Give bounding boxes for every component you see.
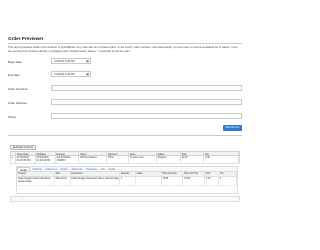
column-header[interactable]: Price Excl Tax [162, 172, 184, 176]
submit-button[interactable]: Submit Item [223, 125, 242, 131]
order-date-cell: 07/04/2019 01:26:35 PM [16, 156, 36, 163]
tax-cell: 0.00 [204, 156, 240, 163]
column-header[interactable]: Price Incl Tax [183, 172, 206, 176]
tab-details[interactable]: Details [17, 167, 31, 172]
tab-discounts[interactable]: Discounts [70, 167, 85, 171]
name-cell: Richard Soares [79, 156, 108, 163]
tab-gift[interactable]: Gift [99, 167, 107, 171]
stores-label: Stores: [8, 115, 17, 119]
stores-input[interactable] [51, 113, 242, 119]
price-excl-cell: 19.99 [162, 177, 184, 185]
begin-date-label: Begin Date: [8, 60, 23, 64]
store-cell: Amazon.com [129, 156, 157, 163]
column-header[interactable]: Disc [205, 172, 220, 176]
price-incl-cell: 19.99 [183, 177, 206, 185]
order-statuses-label: Order Statuses: [8, 101, 28, 105]
quantity-cell: 1 [120, 177, 136, 185]
column-header[interactable]: SKU [55, 172, 71, 176]
status-cell: Shipped [157, 156, 181, 163]
export-excel-button[interactable]: ▣ Export to Excel [10, 145, 36, 150]
column-header[interactable]: Tax [204, 152, 240, 155]
column-header[interactable]: Store [129, 152, 157, 155]
order-numbers-label: Order Numbers: [8, 87, 29, 91]
tab-extras[interactable]: Extras [59, 167, 70, 171]
column-header[interactable]: Total [181, 152, 205, 155]
column-header[interactable]: Class [136, 172, 162, 176]
divider [8, 43, 242, 44]
table-row[interactable]: Oasis Designs Savannah Dance Garment Bag… [17, 177, 237, 186]
class-cell [136, 177, 162, 185]
order-detail-panel: Details Shipping Addresses Extras Discou… [16, 166, 238, 194]
tab-shipping[interactable]: Shipping [30, 167, 43, 171]
tab-payments[interactable]: Payments [84, 167, 99, 171]
table-row[interactable]: ▸ 07/04/2019 01:26:35 PM 07/04/2019 01:2… [10, 156, 240, 164]
column-header[interactable]: Quantity [120, 172, 136, 176]
end-date-value: 7/4/2019 4:26 PM [54, 73, 75, 76]
column-header[interactable]: Payment [107, 152, 129, 155]
calendar-icon[interactable]: ▦ [86, 59, 89, 64]
tax-cell: 0 [219, 177, 237, 185]
disc-cell: 0.00 [205, 177, 220, 185]
grid-pager [10, 196, 240, 202]
column-header[interactable]: Description [71, 172, 121, 176]
column-header[interactable]: Status [157, 152, 181, 155]
column-header[interactable]: Order Date [16, 152, 36, 155]
product-cell: Oasis Designs Savannah Dance Garment Bag [17, 177, 55, 185]
end-date-field[interactable]: 7/4/2019 4:26 PM ▦ [51, 71, 91, 77]
column-header[interactable]: Tax [219, 172, 237, 176]
tab-fields[interactable]: Fields [107, 167, 117, 171]
column-header[interactable]: Number [56, 152, 80, 155]
column-header[interactable]: Modified [36, 152, 56, 155]
order-numbers-input[interactable] [51, 85, 242, 91]
total-cell: 19.99 [181, 156, 205, 163]
export-label: Export to Excel [16, 146, 33, 149]
end-date-label: End Date: [8, 73, 21, 77]
payment-cell: Other [107, 156, 129, 163]
description-cell: Oasis Designs Savannah Dance Garment Bag [71, 177, 121, 185]
divider [8, 135, 242, 136]
tab-addresses[interactable]: Addresses [44, 167, 59, 171]
column-header[interactable]: Name [79, 152, 108, 155]
number-cell: 111-8371193-7489867 [56, 156, 80, 163]
sku-cell: SKU-04-04 [55, 177, 71, 185]
begin-date-value: 7/4/2019 4:26 PM [54, 60, 75, 63]
modified-cell: 07/04/2019 01:26:36 PM [36, 156, 56, 163]
page-title: Order Previewer [8, 36, 44, 41]
detail-footer [17, 186, 237, 193]
calendar-icon[interactable]: ▦ [86, 72, 89, 77]
orders-grid: Order Date Modified Number Name Payment … [10, 151, 240, 164]
begin-date-field[interactable]: 7/4/2019 4:26 PM ▦ [51, 58, 91, 64]
column-header[interactable]: Product [17, 172, 55, 176]
order-statuses-input[interactable] [51, 99, 242, 105]
page-description: This report previews orders from Amazon … [8, 46, 238, 53]
